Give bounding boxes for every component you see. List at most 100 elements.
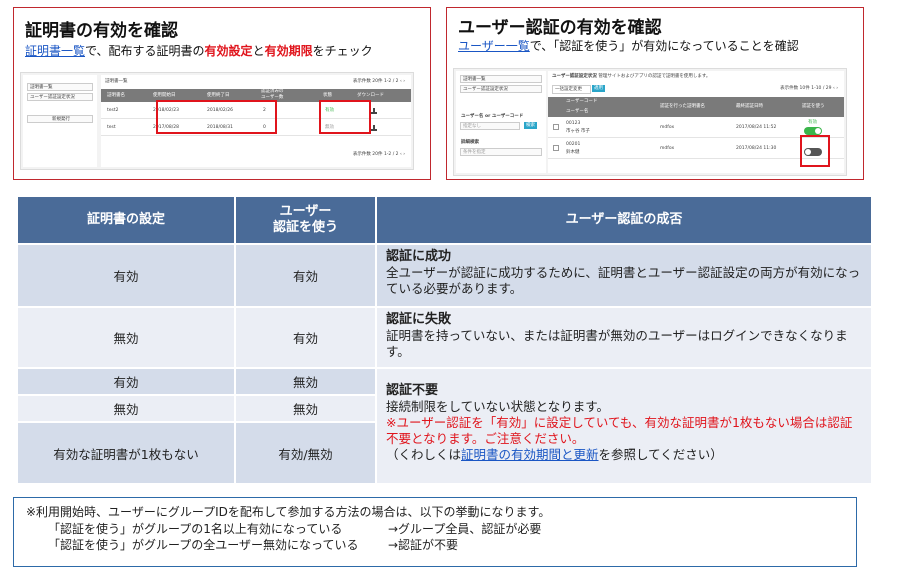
desc-success-title: 認証に成功 [386,249,452,264]
row-checkbox[interactable] [553,124,559,130]
cert-check-panel: 証明書の有効を確認 証明書一覧で、配布する証明書の有効設定と有効期限をチェック … [13,7,431,180]
cell-date: 2017/08/24 11:30 [736,146,777,151]
user-panel-title: ユーザー認証の有効を確認 [458,18,662,38]
sidebar-item-user-auth[interactable]: ユーザー認証設定状況 [27,93,93,101]
sub-text: と [252,44,265,58]
main-note: 管理サイトおよびアプリの認証で証明書を使用します。 [598,74,711,79]
apply-button[interactable]: 適用 [592,85,605,92]
row4-cert: 無効 [18,396,234,421]
col-user-name: ユーザー名 [566,109,589,114]
bulk-select[interactable]: 一括設定変更 [552,85,591,94]
row-checkbox[interactable] [553,145,559,151]
desc-ref-post: を参照してください） [598,447,723,462]
row2-user: 有効 [236,308,375,367]
cert-list-link[interactable]: 証明書一覧 [25,44,85,58]
group-id-note: ※利用開始時、ユーザーにグループIDを配布して参加する方法の場合は、以下の挙動に… [13,497,857,567]
user-panel-subtitle: ユーザー一覧で、「認証を使う」が有効になっていることを確認 [458,37,799,54]
col-cert-used: 認証を行った証明書名 [660,104,705,109]
cert-panel-subtitle: 証明書一覧で、配布する証明書の有効設定と有効期限をチェック [25,42,373,59]
download-icon[interactable] [371,108,377,114]
cell-code: 00123 [566,121,581,126]
highlight-toggle [800,135,830,167]
user-main-title: ユーザー認証設定状況 管理サイトおよびアプリの認証で証明書を使用します。 [552,73,710,80]
cert-sidebar: 証明書一覧 ユーザー認証設定状況 新規発行 [23,75,97,167]
sidebar-item-cert-list[interactable]: 証明書一覧 [460,75,542,83]
row1-user: 有効 [236,245,375,306]
detail-search-select[interactable]: 条件を指定 [460,148,542,156]
sub-text: で、配布する証明書の [85,44,205,58]
search-label: ユーザー名 or ユーザーコード [461,114,524,119]
cell-user-name: 市ヶ谷 市子 [566,129,590,134]
desc-failure-title: 認証に失敗 [386,312,452,327]
note-cond2: 「認証を使う」がグループの全ユーザー無効になっている [48,538,359,552]
user-list-link[interactable]: ユーザー一覧 [458,39,530,53]
cell-user-name: 鈴木健 [566,150,580,155]
search-input[interactable]: 指定なし [460,122,520,130]
cert-panel-title: 証明書の有効を確認 [25,21,178,41]
note-cond1: 「認証を使う」がグループの1名以上有効になっている [48,521,343,536]
row3-user: 無効 [236,369,375,394]
user-auth-screenshot: 証明書一覧 ユーザー認証設定状況 ユーザー名 or ユーザーコード 指定なし 検… [453,68,847,176]
header-cert-setting: 証明書の設定 [18,197,234,243]
cell-code: 00201 [566,142,581,147]
col-start: 使用開始日 [153,93,176,98]
pager-bottom: 表示件数 20件 1-2 / 2 ‹ › [352,152,405,157]
user-auth-check-panel: ユーザー認証の有効を確認 ユーザー一覧で、「認証を使う」が有効になっていることを… [446,7,864,180]
desc-success-body: 全ユーザーが認証に成功するために、証明書とユーザー認証設定の両方が有効になってい… [386,265,861,296]
header-user-auth: ユーザー 認証を使う [236,197,375,243]
pager-label: 表示件数 [352,79,371,84]
row4-user: 無効 [236,396,375,421]
user-sidebar: 証明書一覧 ユーザー認証設定状況 ユーザー名 or ユーザーコード 指定なし 検… [456,71,546,173]
row3-cert: 有効 [18,369,234,394]
cell-cert: mdfox [660,146,675,151]
pager-label: 表示件数 [352,152,371,157]
row5-cert: 有効な証明書が1枚もない [18,423,234,483]
note-line1: ※利用開始時、ユーザーにグループIDを配布して参加する方法の場合は、以下の挙動に… [26,505,551,519]
new-cert-button[interactable]: 新規発行 [27,115,93,123]
row2-cert: 無効 [18,308,234,367]
col-name: 証明書名 [107,93,125,98]
desc-ref-pre: （くわしくは [386,447,462,462]
note-line2: 「認証を使う」がグループの1名以上有効になっている →グループ全員、認証が必要 [26,521,844,538]
sidebar-item-cert-list[interactable]: 証明書一覧 [27,83,93,91]
pager-count[interactable]: 20件 [372,79,382,84]
cert-validity-link[interactable]: 証明書の有効期間と更新 [461,447,599,462]
row1-cert: 有効 [18,245,234,306]
col-download: ダウンロード [357,93,384,98]
pager-range: 1-10 / 29 [811,86,832,91]
desc-no-auth-title: 認証不要 [386,383,439,398]
main-title: ユーザー認証設定状況 [552,74,597,79]
user-table-header: ユーザーコード ユーザー名 認証を行った証明書名 最終認証日時 認証を使う [548,97,844,117]
note-result2: →認証が不要 [388,538,459,552]
cell-name: test2 [107,108,119,113]
sidebar-item-user-auth[interactable]: ユーザー認証設定状況 [460,85,542,93]
use-auth-toggle[interactable] [804,127,822,135]
pager: 表示件数 10件 1-10 / 29 ‹ › [780,86,838,91]
row5-user: 有効/無効 [236,423,375,483]
cert-list-screenshot: 証明書一覧 ユーザー認証設定状況 新規発行 証明書一覧 表示件数 20件 1-2… [20,72,414,170]
col-use-auth: 認証を使う [802,104,825,109]
cell-cert: mdfox [660,125,675,130]
col-end: 使用終了日 [207,93,230,98]
download-icon[interactable] [371,125,377,131]
search-button[interactable]: 検索 [524,122,537,129]
col-code: ユーザーコード [566,99,598,104]
highlight-dates [156,100,277,134]
header-result: ユーザー認証の成否 [377,197,871,243]
note-result1: →グループ全員、認証が必要 [388,521,542,536]
pager-top: 表示件数 20件 1-2 / 2 ‹ › [352,79,405,84]
pager-label: 表示件数 [780,86,799,91]
pager-count[interactable]: 20件 [372,152,382,157]
col-status: 状態 [323,93,332,98]
desc-no-auth: 認証不要 接続制限をしていない状態となります。 ※ユーザー認証を「有効」に設定し… [386,382,864,463]
pager-count[interactable]: 10件 [800,86,810,91]
desc-no-auth-body: 接続制限をしていない状態となります。 [386,399,610,414]
red-valid-setting: 有効設定 [204,44,253,58]
desc-no-auth-warning: ※ユーザー認証を「有効」に設定していても、有効な証明書が1枚もない場合は認証不要… [386,415,853,446]
pager-range: 1-2 / 2 [383,79,399,84]
pager-range: 1-2 / 2 [383,152,399,157]
desc-failure: 認証に失敗 証明書を持っていない、または証明書が無効のユーザーはログインできなく… [386,311,864,360]
col-last-auth: 最終認証日時 [736,104,763,109]
cert-main-title: 証明書一覧 [105,79,128,84]
toggle-label: 有効 [808,120,817,125]
